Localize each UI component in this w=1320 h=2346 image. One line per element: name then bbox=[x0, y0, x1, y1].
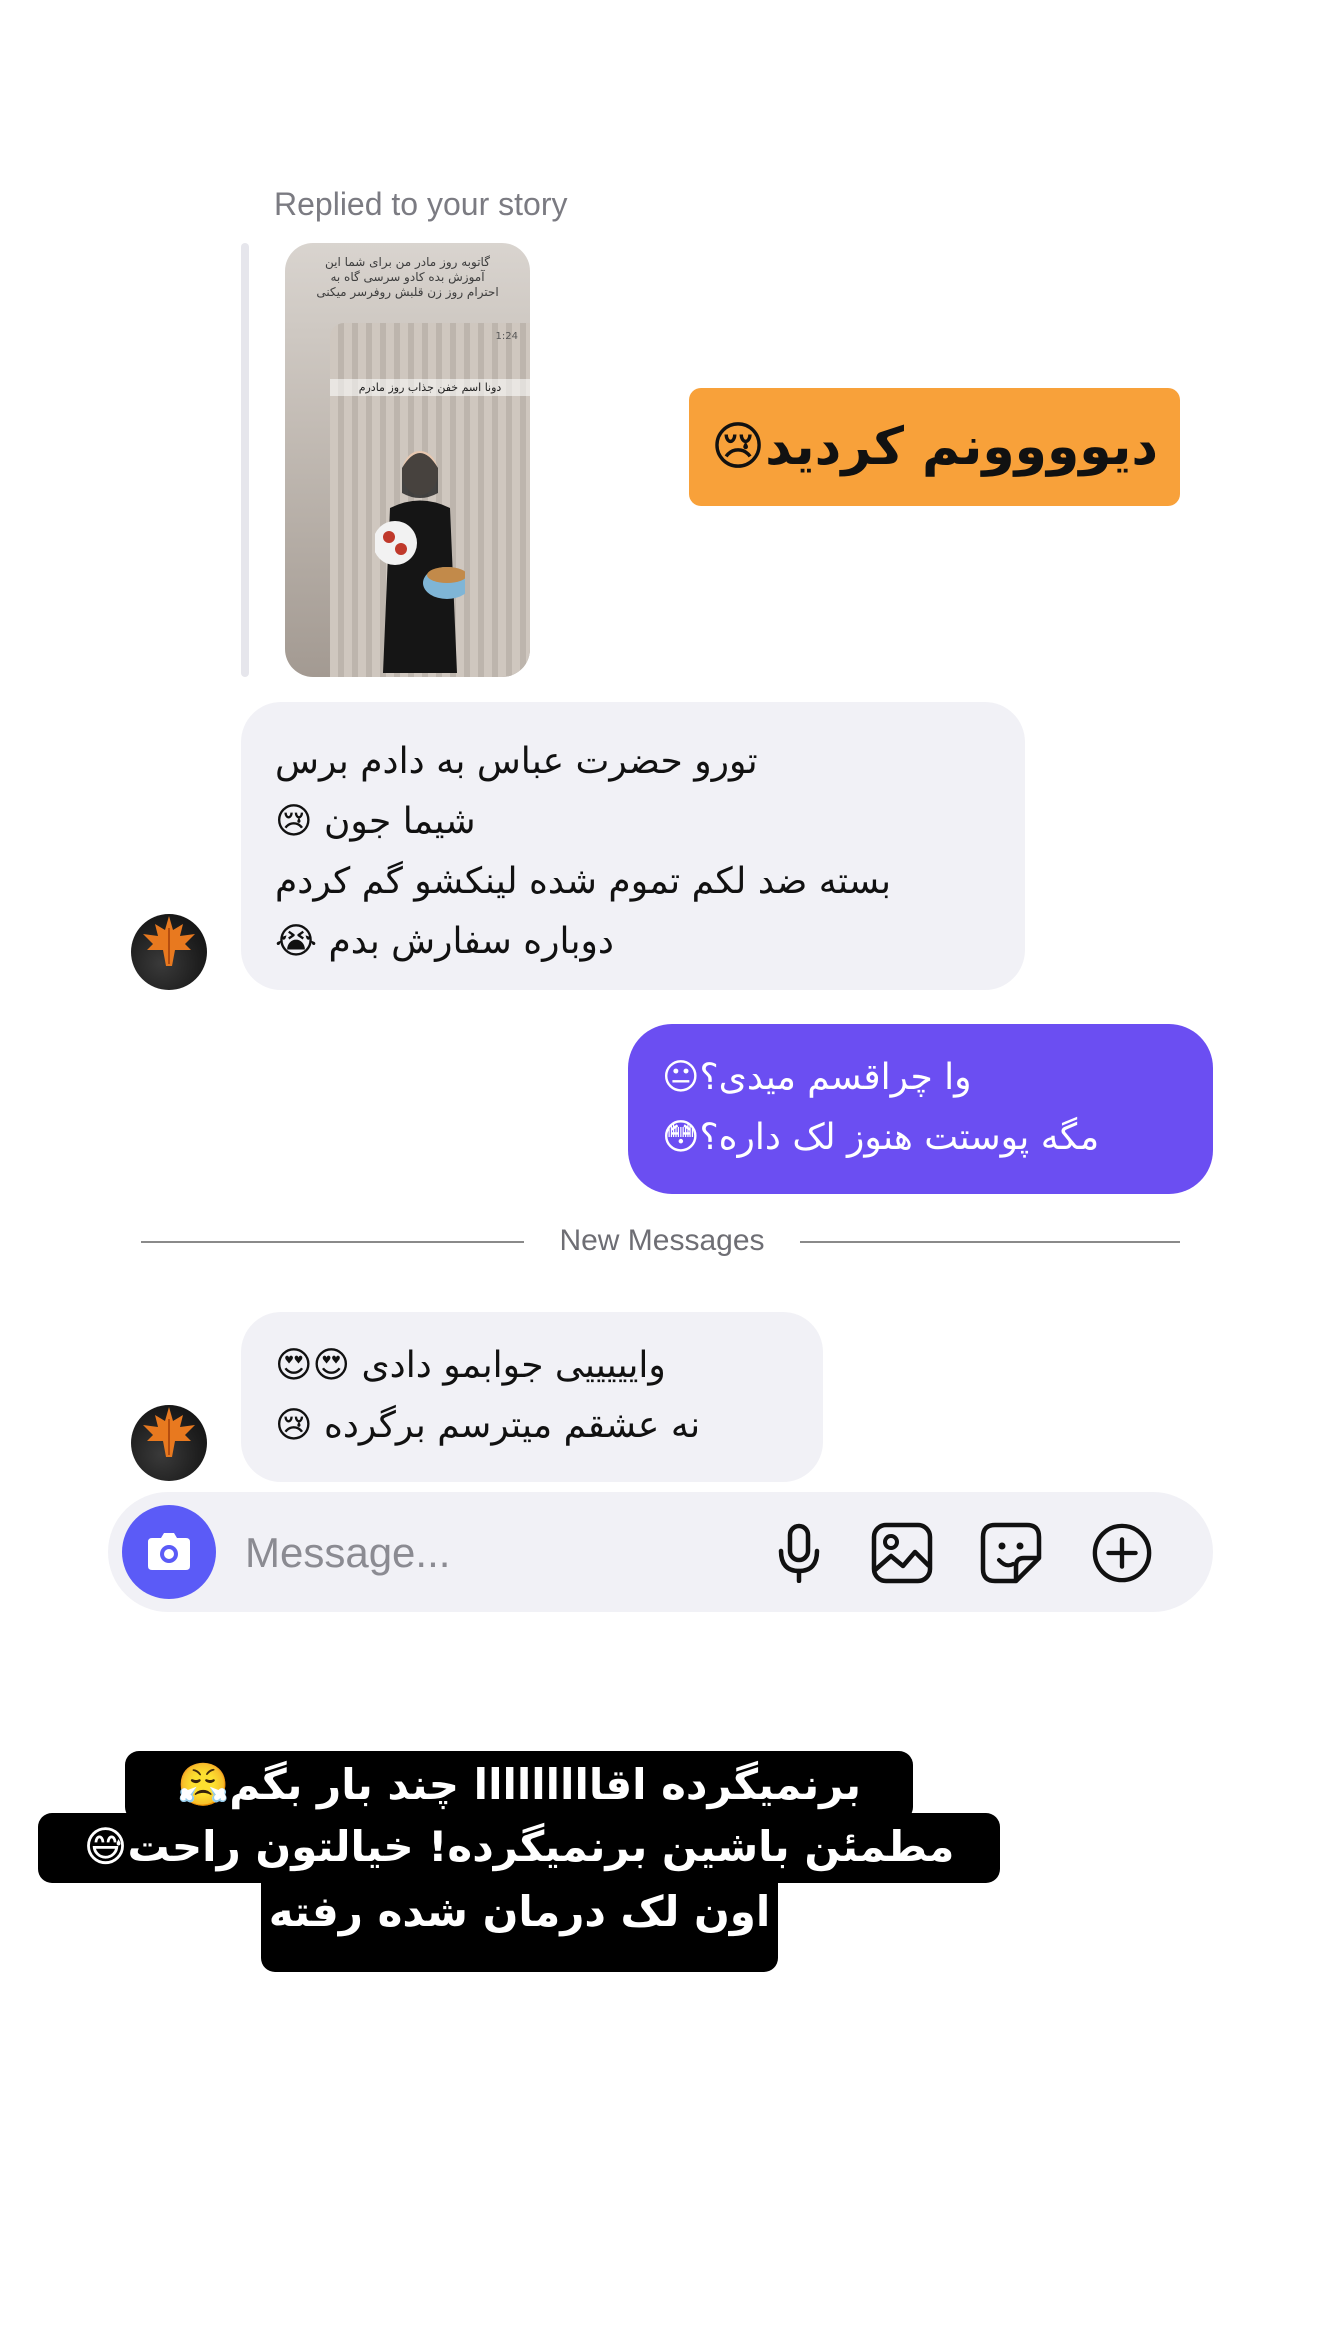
story-reply-label: Replied to your story bbox=[274, 186, 568, 222]
message-line: وایییییی جوابمو دادی 😍😍 bbox=[275, 1345, 666, 1386]
reply-indicator-bar bbox=[241, 243, 249, 677]
message-line: دوباره سفارش بدم 😭 bbox=[275, 921, 614, 962]
incoming-message-bubble[interactable]: تورو حضرت عباس به دادم برس شیما جون 😢 بس… bbox=[241, 702, 1025, 990]
message-line: تورو حضرت عباس به دادم برس bbox=[275, 741, 758, 782]
add-icon bbox=[1092, 1523, 1152, 1583]
camera-button[interactable] bbox=[122, 1505, 216, 1599]
overlay-caption-line: اون لک درمان شده رفته bbox=[261, 1876, 778, 1972]
overlay-caption-line: مطمئن باشین برنمیگرده! خیالتون راحت😅 bbox=[38, 1813, 1000, 1883]
sender-avatar[interactable] bbox=[131, 914, 207, 990]
chat-screen: Replied to your story گاتوبه روز مادر من… bbox=[0, 0, 1320, 2346]
microphone-button[interactable] bbox=[768, 1522, 830, 1584]
sender-avatar[interactable] bbox=[131, 1405, 207, 1481]
maple-leaf-icon bbox=[143, 916, 195, 966]
overlay-caption-line: برنمیگرده اقااااااااا چند بار بگم😤 bbox=[125, 1751, 913, 1821]
story-inner-time: 1:24 bbox=[495, 331, 518, 342]
story-caption: گاتوبه روز مادر من برای شما این آموزش بد… bbox=[316, 255, 499, 299]
sticker-button[interactable] bbox=[980, 1522, 1042, 1584]
message-input[interactable] bbox=[243, 1492, 727, 1614]
maple-leaf-icon bbox=[143, 1407, 195, 1457]
incoming-message-bubble[interactable]: وایییییی جوابمو دادی 😍😍 نه عشقم میترسم ب… bbox=[241, 1312, 823, 1482]
message-line: وا چراقسم میدی؟😐 bbox=[662, 1057, 972, 1098]
divider-line bbox=[141, 1241, 524, 1243]
sticker-icon bbox=[980, 1522, 1042, 1584]
camera-icon bbox=[148, 1533, 190, 1570]
microphone-icon bbox=[778, 1523, 820, 1583]
story-inner-caption: دونا اسم خفن جذاب روز مادرم bbox=[330, 379, 530, 396]
add-button[interactable] bbox=[1091, 1522, 1153, 1584]
message-composer bbox=[108, 1492, 1213, 1614]
outgoing-message-bubble[interactable]: وا چراقسم میدی؟😐 مگه پوستت هنوز لک داره؟… bbox=[628, 1024, 1213, 1194]
gallery-button[interactable] bbox=[871, 1522, 933, 1584]
image-icon bbox=[871, 1522, 933, 1584]
sticker-reply[interactable]: دیوووونم کردید😢 bbox=[689, 388, 1180, 506]
story-person-image bbox=[375, 451, 465, 673]
message-line: شیما جون 😢 bbox=[275, 801, 476, 842]
story-thumbnail[interactable]: گاتوبه روز مادر من برای شما این آموزش بد… bbox=[285, 243, 530, 677]
message-line: بسته ضد لکم تموم شده لینکشو گم کردم bbox=[275, 861, 892, 902]
message-line: مگه پوستت هنوز لک داره؟😳 bbox=[662, 1117, 1100, 1158]
new-messages-label: New Messages bbox=[559, 1224, 765, 1257]
divider-line bbox=[800, 1241, 1180, 1243]
message-line: نه عشقم میترسم برگرده 😢 bbox=[275, 1405, 701, 1446]
